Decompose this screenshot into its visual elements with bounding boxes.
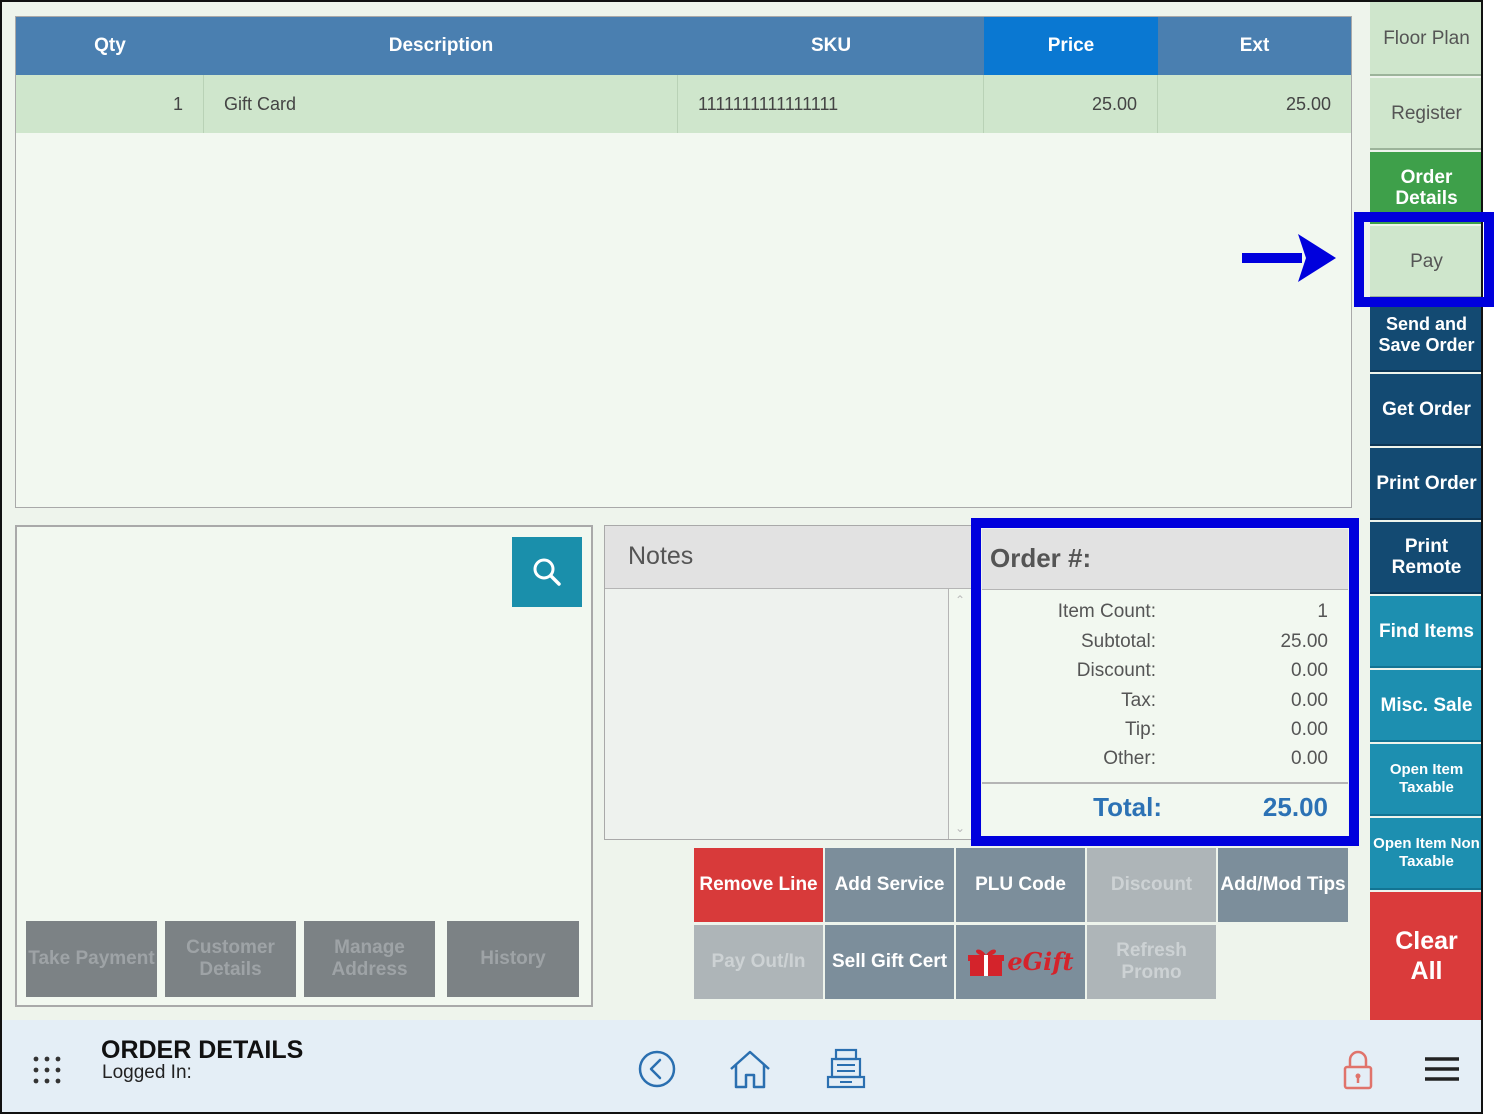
summary-row-total: Total: 25.00 (982, 792, 1328, 828)
tax-value: 0.00 (1291, 690, 1328, 711)
sidebar-item-get-order[interactable]: Get Order (1370, 374, 1481, 446)
cell-qty: 1 (16, 75, 204, 133)
sidebar-item-find-items[interactable]: Find Items (1370, 596, 1481, 668)
cash-register-icon[interactable] (824, 1047, 868, 1091)
add-mod-tips-button[interactable]: Add/Mod Tips (1218, 848, 1348, 922)
other-value: 0.00 (1291, 748, 1328, 769)
notes-title: Notes (605, 526, 971, 589)
discount-label: Discount: (1076, 660, 1156, 681)
order-summary: Order #: Item Count: 1 Subtotal: 25.00 D… (982, 529, 1348, 836)
sidebar-item-open-item-non-taxable[interactable]: Open Item Non Taxable (1370, 818, 1481, 890)
column-header-description[interactable]: Description (204, 17, 678, 75)
sidebar-item-send-and-save-order[interactable]: Send and Save Order (1370, 300, 1481, 372)
egift-button[interactable]: eGift (956, 925, 1085, 999)
search-icon (533, 558, 561, 586)
notes-panel: Notes ⌃ ⌄ (604, 525, 972, 840)
other-label: Other: (1103, 748, 1156, 769)
plu-code-button[interactable]: PLU Code (956, 848, 1085, 922)
page-title: ORDER DETAILS (101, 1036, 304, 1064)
discount-value: 0.00 (1291, 660, 1328, 681)
subtotal-value: 25.00 (1280, 631, 1328, 652)
summary-row-other: Other: 0.00 (982, 748, 1328, 777)
clear-all-button[interactable]: Clear All (1370, 892, 1481, 1020)
manage-address-button[interactable]: Manage Address (304, 921, 435, 997)
hamburger-menu-icon[interactable] (1420, 1047, 1464, 1091)
lock-icon[interactable] (1336, 1047, 1380, 1091)
action-button-grid: Remove Line Add Service PLU Code Discoun… (694, 848, 1350, 1000)
cell-description: Gift Card (204, 75, 678, 133)
customer-panel: Take Payment Customer Details Manage Add… (15, 525, 593, 1007)
item-count-value: 1 (1317, 601, 1328, 622)
bottom-bar: ORDER DETAILS Logged In: (2, 1020, 1481, 1112)
sidebar-item-pay[interactable]: Pay (1370, 226, 1481, 298)
total-label: Total: (1093, 792, 1162, 822)
back-icon[interactable] (635, 1047, 679, 1091)
logged-in-label: Logged In: (102, 1062, 192, 1083)
take-payment-button[interactable]: Take Payment (26, 921, 157, 997)
scroll-up-icon[interactable]: ⌃ (949, 593, 971, 607)
home-icon[interactable] (728, 1047, 772, 1091)
sidebar-item-floor-plan[interactable]: Floor Plan (1370, 2, 1481, 76)
customer-button-row: Take Payment Customer Details Manage Add… (26, 921, 579, 997)
column-header-price[interactable]: Price (984, 17, 1158, 75)
column-header-qty[interactable]: Qty (16, 17, 204, 75)
sidebar-item-print-remote[interactable]: Print Remote (1370, 522, 1481, 594)
apps-grid-icon[interactable] (32, 1055, 62, 1085)
tip-value: 0.00 (1291, 719, 1328, 740)
sidebar-item-open-item-taxable[interactable]: Open Item Taxable (1370, 744, 1481, 816)
gift-icon (968, 949, 1005, 976)
summary-row-discount: Discount: 0.00 (982, 660, 1328, 689)
discount-button[interactable]: Discount (1087, 848, 1216, 922)
table-row[interactable]: 1 Gift Card 1111111111111111 25.00 25.00 (16, 75, 1351, 133)
cell-ext: 25.00 (1285, 94, 1331, 114)
summary-row-item-count: Item Count: 1 (982, 601, 1328, 630)
cell-price: 25.00 (984, 75, 1158, 133)
summary-row-tip: Tip: 0.00 (982, 719, 1328, 748)
remove-line-button[interactable]: Remove Line (694, 848, 823, 922)
egift-label: eGift (1007, 947, 1074, 976)
pay-out-in-button[interactable]: Pay Out/In (694, 925, 823, 999)
sidebar-item-print-order[interactable]: Print Order (1370, 448, 1481, 520)
summary-row-subtotal: Subtotal: 25.00 (982, 631, 1328, 660)
sidebar-item-order-details[interactable]: Order Details (1370, 152, 1481, 224)
arrow-right-icon (1242, 234, 1336, 282)
subtotal-label: Subtotal: (1081, 631, 1156, 652)
customer-details-button[interactable]: Customer Details (165, 921, 296, 997)
column-header-ext[interactable]: Ext (1158, 17, 1351, 75)
search-button[interactable] (512, 537, 582, 607)
scroll-down-icon[interactable]: ⌄ (949, 821, 971, 835)
sidebar: Floor Plan Register Order Details Pay Se… (1370, 2, 1481, 1020)
sidebar-item-misc-sale[interactable]: Misc. Sale (1370, 670, 1481, 742)
refresh-promo-button[interactable]: Refresh Promo (1087, 925, 1216, 999)
tax-label: Tax: (1121, 690, 1156, 711)
tip-label: Tip: (1125, 719, 1156, 740)
total-value: 25.00 (1262, 792, 1328, 822)
history-button[interactable]: History (447, 921, 579, 997)
pos-screen: Qty Description SKU Price Ext 1 Gift Car… (0, 0, 1483, 1114)
column-header-sku[interactable]: SKU (678, 17, 984, 75)
cell-sku: 1111111111111111 (678, 75, 984, 133)
add-service-button[interactable]: Add Service (825, 848, 954, 922)
notes-scrollbar[interactable]: ⌃ ⌄ (949, 589, 971, 839)
order-number-title: Order #: (982, 529, 1348, 590)
sidebar-item-register[interactable]: Register (1370, 78, 1481, 150)
sell-gift-cert-button[interactable]: Sell Gift Cert (825, 925, 954, 999)
table-header: Qty Description SKU Price Ext (16, 17, 1351, 75)
item-count-label: Item Count: (1057, 601, 1156, 622)
order-items-table: Qty Description SKU Price Ext 1 Gift Car… (15, 16, 1352, 508)
summary-row-tax: Tax: 0.00 (982, 690, 1328, 719)
notes-textarea[interactable] (605, 589, 949, 839)
summary-divider (982, 782, 1348, 784)
